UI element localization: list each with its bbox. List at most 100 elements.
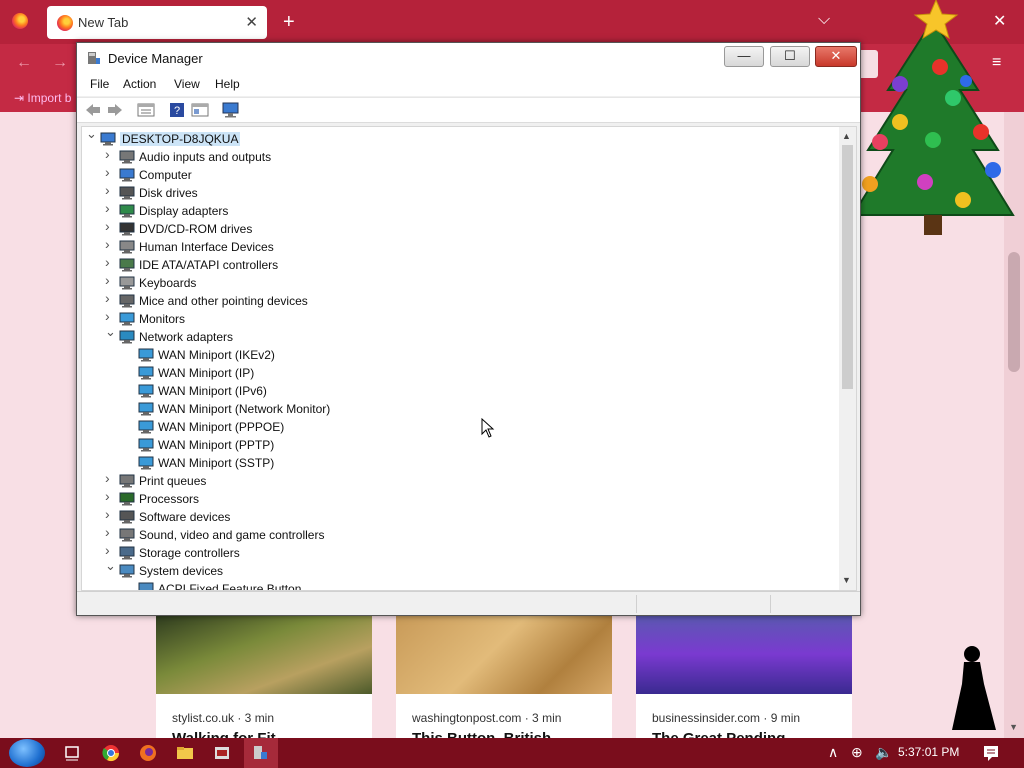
page-scrollbar-thumb[interactable]: [1008, 252, 1020, 372]
news-card-source: washingtonpost.com · 3 min: [412, 711, 562, 725]
back-arrow-icon[interactable]: ←: [16, 54, 32, 72]
browser-tab[interactable]: New Tab ✕: [47, 6, 267, 39]
device-tree[interactable]: ⌄ DESKTOP-D8JQKUA › Audio inputs and output…: [81, 126, 857, 591]
tree-scrollbar[interactable]: ▲ ▼: [839, 127, 856, 590]
device-category[interactable]: › Audio inputs and outputs: [105, 147, 805, 166]
network-adapter-item[interactable]: WAN Miniport (Network Monitor): [124, 400, 824, 418]
device-category[interactable]: › Display adapters: [105, 201, 805, 220]
minimize-button[interactable]: —: [724, 46, 764, 67]
tree-root-node[interactable]: ⌄ DESKTOP-D8JQKUA: [86, 127, 786, 148]
menu-view[interactable]: View: [174, 77, 200, 91]
network-adapter-item[interactable]: WAN Miniport (IP): [124, 364, 824, 382]
expand-chevron-icon[interactable]: ›: [105, 165, 115, 179]
firefox-icon[interactable]: [139, 744, 157, 762]
device-category[interactable]: ⌄ System devices: [105, 559, 805, 580]
expand-chevron-icon[interactable]: ›: [105, 219, 115, 233]
task-view-icon[interactable]: [63, 744, 81, 762]
network-adapter-item[interactable]: WAN Miniport (PPPOE): [124, 418, 824, 436]
news-card[interactable]: businessinsider.com · 9 min The Great Pe…: [636, 614, 852, 738]
app-icon[interactable]: [213, 744, 231, 762]
network-adapter-item[interactable]: WAN Miniport (PPTP): [124, 436, 824, 454]
expand-chevron-icon[interactable]: ›: [105, 201, 115, 215]
expand-chevron-icon[interactable]: ›: [105, 489, 115, 503]
collapse-chevron-icon[interactable]: ⌄: [105, 325, 116, 338]
network-adapter-item[interactable]: WAN Miniport (SSTP): [124, 454, 824, 472]
system-device-item[interactable]: ACPI Fixed Feature Button: [124, 580, 824, 590]
news-card[interactable]: washingtonpost.com · 3 min This Button, …: [396, 614, 612, 738]
device-category[interactable]: › Computer: [105, 165, 805, 184]
device-category-icon: [119, 564, 135, 578]
network-globe-icon[interactable]: ⊕: [851, 744, 863, 761]
device-manager-task-icon[interactable]: [251, 744, 269, 762]
details-view-icon[interactable]: [191, 102, 209, 118]
device-category[interactable]: › IDE ATA/ATAPI controllers: [105, 255, 805, 274]
help-icon[interactable]: ?: [168, 102, 186, 118]
device-manager-icon: [88, 52, 100, 64]
device-category[interactable]: › Monitors: [105, 309, 805, 328]
scroll-down-icon[interactable]: ▼: [842, 575, 851, 585]
import-bookmarks-link[interactable]: ⇥ Import b: [14, 91, 71, 105]
expand-chevron-icon[interactable]: ›: [105, 543, 115, 557]
page-scroll-down-icon[interactable]: ▼: [1009, 722, 1018, 732]
tree-scrollbar-thumb[interactable]: [842, 145, 853, 389]
news-card-title[interactable]: The Great Pending: [652, 730, 785, 738]
device-category[interactable]: › DVD/CD-ROM drives: [105, 219, 805, 238]
device-category[interactable]: › Disk drives: [105, 183, 805, 202]
expand-chevron-icon[interactable]: ›: [105, 237, 115, 251]
device-label: WAN Miniport (IP): [158, 366, 255, 380]
expand-chevron-icon[interactable]: ›: [105, 291, 115, 305]
device-category-label: Audio inputs and outputs: [139, 150, 272, 164]
action-center-icon[interactable]: [982, 744, 1000, 762]
tab-list-chevron-icon[interactable]: ⌵: [818, 11, 830, 29]
expand-chevron-icon[interactable]: ›: [105, 273, 115, 287]
menu-file[interactable]: File: [90, 77, 109, 91]
tray-chevron-icon[interactable]: ∧: [828, 744, 838, 761]
device-category[interactable]: › Storage controllers: [105, 543, 805, 562]
device-category[interactable]: › Human Interface Devices: [105, 237, 805, 256]
menu-action[interactable]: Action: [123, 77, 156, 91]
expand-chevron-icon[interactable]: ›: [105, 255, 115, 269]
expand-chevron-icon[interactable]: ›: [105, 309, 115, 323]
device-category[interactable]: › Print queues: [105, 471, 805, 490]
collapse-chevron-icon[interactable]: ⌄: [105, 559, 116, 572]
news-card-title[interactable]: Walking for Fit: [172, 730, 276, 738]
device-category-label: IDE ATA/ATAPI controllers: [139, 258, 279, 272]
maximize-button[interactable]: ☐: [770, 46, 810, 67]
menu-help[interactable]: Help: [215, 77, 240, 91]
device-category[interactable]: › Processors: [105, 489, 805, 508]
expand-chevron-icon[interactable]: ›: [105, 183, 115, 197]
chrome-icon[interactable]: [102, 744, 120, 762]
forward-icon[interactable]: [106, 102, 124, 118]
computer-name: DESKTOP-D8JQKUA: [120, 132, 241, 146]
expand-chevron-icon[interactable]: ›: [105, 507, 115, 521]
expand-chevron-icon[interactable]: ›: [105, 525, 115, 539]
device-category[interactable]: › Keyboards: [105, 273, 805, 292]
properties-view-icon[interactable]: [137, 102, 155, 118]
tab-close-icon[interactable]: ✕: [245, 13, 258, 31]
network-adapter-item[interactable]: WAN Miniport (IKEv2): [124, 346, 824, 364]
collapse-chevron-icon[interactable]: ⌄: [86, 127, 97, 140]
news-card-title[interactable]: This Button, British: [412, 730, 551, 738]
expand-chevron-icon[interactable]: ›: [105, 147, 115, 161]
device-category[interactable]: ⌄ Network adapters: [105, 325, 805, 346]
file-explorer-icon[interactable]: [176, 744, 194, 762]
back-icon[interactable]: [84, 102, 102, 118]
taskbar-clock[interactable]: 5:37:01 PM: [898, 745, 959, 759]
network-adapter-item[interactable]: WAN Miniport (IPv6): [124, 382, 824, 400]
device-label: WAN Miniport (PPPOE): [158, 420, 285, 434]
device-category-label: Display adapters: [139, 204, 229, 218]
scan-hardware-icon[interactable]: [222, 102, 240, 118]
scroll-up-icon[interactable]: ▲: [842, 131, 851, 141]
forward-arrow-icon[interactable]: →: [52, 54, 68, 72]
device-category-label: Print queues: [139, 474, 207, 488]
news-card[interactable]: stylist.co.uk · 3 min Walking for Fit: [156, 614, 372, 738]
device-category[interactable]: › Software devices: [105, 507, 805, 526]
window-titlebar[interactable]: Device Manager — ☐ ✕: [77, 43, 860, 74]
close-button[interactable]: ✕: [815, 46, 857, 67]
device-category[interactable]: › Mice and other pointing devices: [105, 291, 805, 310]
expand-chevron-icon[interactable]: ›: [105, 471, 115, 485]
new-tab-plus-icon[interactable]: +: [283, 11, 295, 34]
device-category[interactable]: › Sound, video and game controllers: [105, 525, 805, 544]
start-button[interactable]: [9, 739, 45, 767]
volume-icon[interactable]: 🔈: [875, 744, 892, 761]
